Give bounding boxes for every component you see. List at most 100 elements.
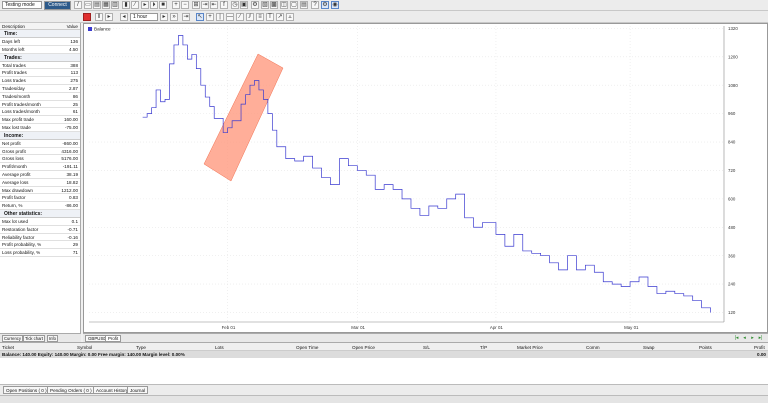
first-page-icon[interactable]: |◂ bbox=[733, 335, 740, 342]
fibo-icon[interactable]: ≡ bbox=[256, 13, 264, 21]
stat-label: Total trades bbox=[2, 62, 26, 68]
col-type[interactable]: Type bbox=[136, 344, 146, 351]
section-title: Income: bbox=[0, 131, 80, 140]
col-profit[interactable]: Profit bbox=[754, 344, 765, 351]
candles-icon[interactable]: ▮ bbox=[122, 1, 130, 9]
vline-icon[interactable]: | bbox=[216, 13, 224, 21]
new-chart-icon[interactable]: ▭ bbox=[84, 1, 92, 9]
stats-body: Time: Days left 136 Months left 4.50 Trades: T… bbox=[0, 30, 80, 257]
stat-value: 0.1 bbox=[71, 218, 78, 224]
tab-info[interactable]: Info bbox=[47, 335, 58, 342]
settings-icon[interactable]: ⚙ bbox=[321, 1, 329, 9]
tab-journal[interactable]: Journal bbox=[127, 386, 149, 394]
autoscroll-icon[interactable]: ⇥ bbox=[201, 1, 209, 9]
tab-pending-orders[interactable]: Pending Orders ( 0 ) bbox=[47, 386, 95, 394]
stat-label: Max drawdown bbox=[2, 187, 33, 193]
col-ticket[interactable]: Ticket bbox=[2, 344, 14, 351]
balance-summary: Balance: 140.00 Equity: 140.00 Margin: 0… bbox=[2, 352, 185, 357]
pencil-icon[interactable]: / bbox=[74, 1, 82, 9]
help-icon[interactable]: ? bbox=[311, 1, 319, 9]
x-tick-label: Mar 01 bbox=[351, 325, 365, 330]
play-icon[interactable]: ▸ bbox=[141, 1, 149, 9]
col-symbol[interactable]: Symbol bbox=[77, 344, 92, 351]
stat-row: Loss trades 275 bbox=[0, 77, 80, 85]
tab-profit[interactable]: Profit bbox=[105, 335, 122, 342]
stat-label: Gross loss bbox=[2, 156, 24, 162]
next-page-icon[interactable]: ▸ bbox=[749, 335, 756, 342]
shapes-icon[interactable]: ▵ bbox=[286, 13, 294, 21]
fast-fwd-icon[interactable]: » bbox=[170, 13, 178, 21]
statistics-panel: Description Value Time: Days left 136 Month… bbox=[0, 23, 81, 333]
tab-tick-chart[interactable]: Tick chart bbox=[23, 335, 45, 342]
options-icon[interactable]: ▩ bbox=[270, 1, 278, 9]
report-icon[interactable]: ▧ bbox=[261, 1, 269, 9]
template-icon[interactable]: ▣ bbox=[240, 1, 248, 9]
tab-open-positions[interactable]: Open Positions ( 0 ) bbox=[3, 386, 50, 394]
line-chart-icon[interactable]: ⁄ bbox=[131, 1, 139, 9]
channel-icon[interactable]: ⫽ bbox=[246, 13, 254, 21]
shift-icon[interactable]: ⇤ bbox=[210, 1, 218, 9]
step-icon[interactable]: ⏵ bbox=[150, 1, 158, 9]
profiles-icon[interactable]: ▤ bbox=[93, 1, 101, 9]
tab-account-history[interactable]: Account History bbox=[93, 386, 132, 394]
y-tick-label: 960 bbox=[728, 111, 736, 116]
end-icon[interactable]: ⇥ bbox=[182, 13, 190, 21]
tile-icon[interactable]: ⊞ bbox=[192, 1, 200, 9]
section-title: Trades: bbox=[0, 53, 80, 62]
stats-header-description: Description bbox=[2, 24, 25, 29]
print-icon[interactable]: ▤ bbox=[300, 1, 308, 9]
trendline-icon[interactable]: ⁄ bbox=[236, 13, 244, 21]
stat-value: 1212.00 bbox=[61, 187, 78, 193]
mode-select[interactable]: Testing mode bbox=[2, 1, 42, 9]
stat-value: 86 bbox=[72, 93, 78, 99]
tab-currency[interactable]: Currency bbox=[2, 335, 23, 342]
col-market-price[interactable]: Market Price bbox=[517, 344, 543, 351]
back-step-icon[interactable]: ◂ bbox=[120, 13, 128, 21]
indicators-icon[interactable]: f bbox=[220, 1, 228, 9]
y-tick-label: 360 bbox=[728, 253, 736, 258]
stat-label: Net profit bbox=[2, 140, 21, 146]
stat-label: Loss probability, % bbox=[2, 250, 41, 256]
text-tool-icon[interactable]: T bbox=[266, 13, 274, 21]
col-points[interactable]: Points bbox=[699, 344, 712, 351]
strategy-icon[interactable]: ⚙ bbox=[251, 1, 259, 9]
crosshair-icon[interactable]: + bbox=[206, 13, 214, 21]
stat-label: Loss trades/month bbox=[2, 109, 40, 115]
col-sl[interactable]: S/L bbox=[423, 344, 430, 351]
stat-value: -75.00 bbox=[64, 124, 78, 130]
stat-label: Profit trades bbox=[2, 70, 27, 76]
save-icon[interactable]: ▢ bbox=[290, 1, 298, 9]
stats-header: Description Value bbox=[0, 23, 80, 30]
open-icon[interactable]: ▦ bbox=[102, 1, 110, 9]
connect-button[interactable]: Connect bbox=[44, 1, 71, 10]
timeframe-select[interactable]: 1 hour bbox=[130, 13, 158, 21]
record-icon[interactable] bbox=[83, 13, 91, 21]
col-swap[interactable]: Swap bbox=[643, 344, 655, 351]
hline-icon[interactable]: — bbox=[226, 13, 234, 21]
stat-row: Days left 136 bbox=[0, 38, 80, 46]
arrow-tool-icon[interactable]: ↗ bbox=[276, 13, 284, 21]
col-open-price[interactable]: Open Price bbox=[352, 344, 375, 351]
chart-window-icon[interactable]: ◫ bbox=[280, 1, 288, 9]
col-lots[interactable]: Lots bbox=[215, 344, 224, 351]
last-page-icon[interactable]: ▸| bbox=[757, 335, 764, 342]
chart-props-icon[interactable]: ◉ bbox=[331, 1, 339, 9]
zoom-out-icon[interactable]: − bbox=[181, 1, 189, 9]
stop-icon[interactable]: ■ bbox=[159, 1, 167, 9]
stat-label: Max lot used bbox=[2, 218, 29, 224]
periods-icon[interactable]: ◷ bbox=[231, 1, 239, 9]
prev-page-icon[interactable]: ◂ bbox=[741, 335, 748, 342]
run-icon[interactable]: ▸ bbox=[105, 13, 113, 21]
stat-row: Gross profit 4316.00 bbox=[0, 148, 80, 156]
bar-chart-icon[interactable]: ▥ bbox=[111, 1, 119, 9]
col-open-time[interactable]: Open Time bbox=[296, 344, 318, 351]
fwd-icon[interactable]: ▸ bbox=[160, 13, 168, 21]
col-comm[interactable]: Comm bbox=[586, 344, 600, 351]
col-tp[interactable]: T/P bbox=[480, 344, 487, 351]
tab-pending-orders-count: ( 0 ) bbox=[83, 388, 92, 393]
pause-icon[interactable]: ‖ bbox=[95, 13, 103, 21]
y-tick-label: 840 bbox=[728, 140, 736, 145]
cursor-icon[interactable]: ↖ bbox=[196, 13, 204, 21]
zoom-in-icon[interactable]: + bbox=[172, 1, 180, 9]
legend-label: Balance bbox=[94, 27, 111, 32]
